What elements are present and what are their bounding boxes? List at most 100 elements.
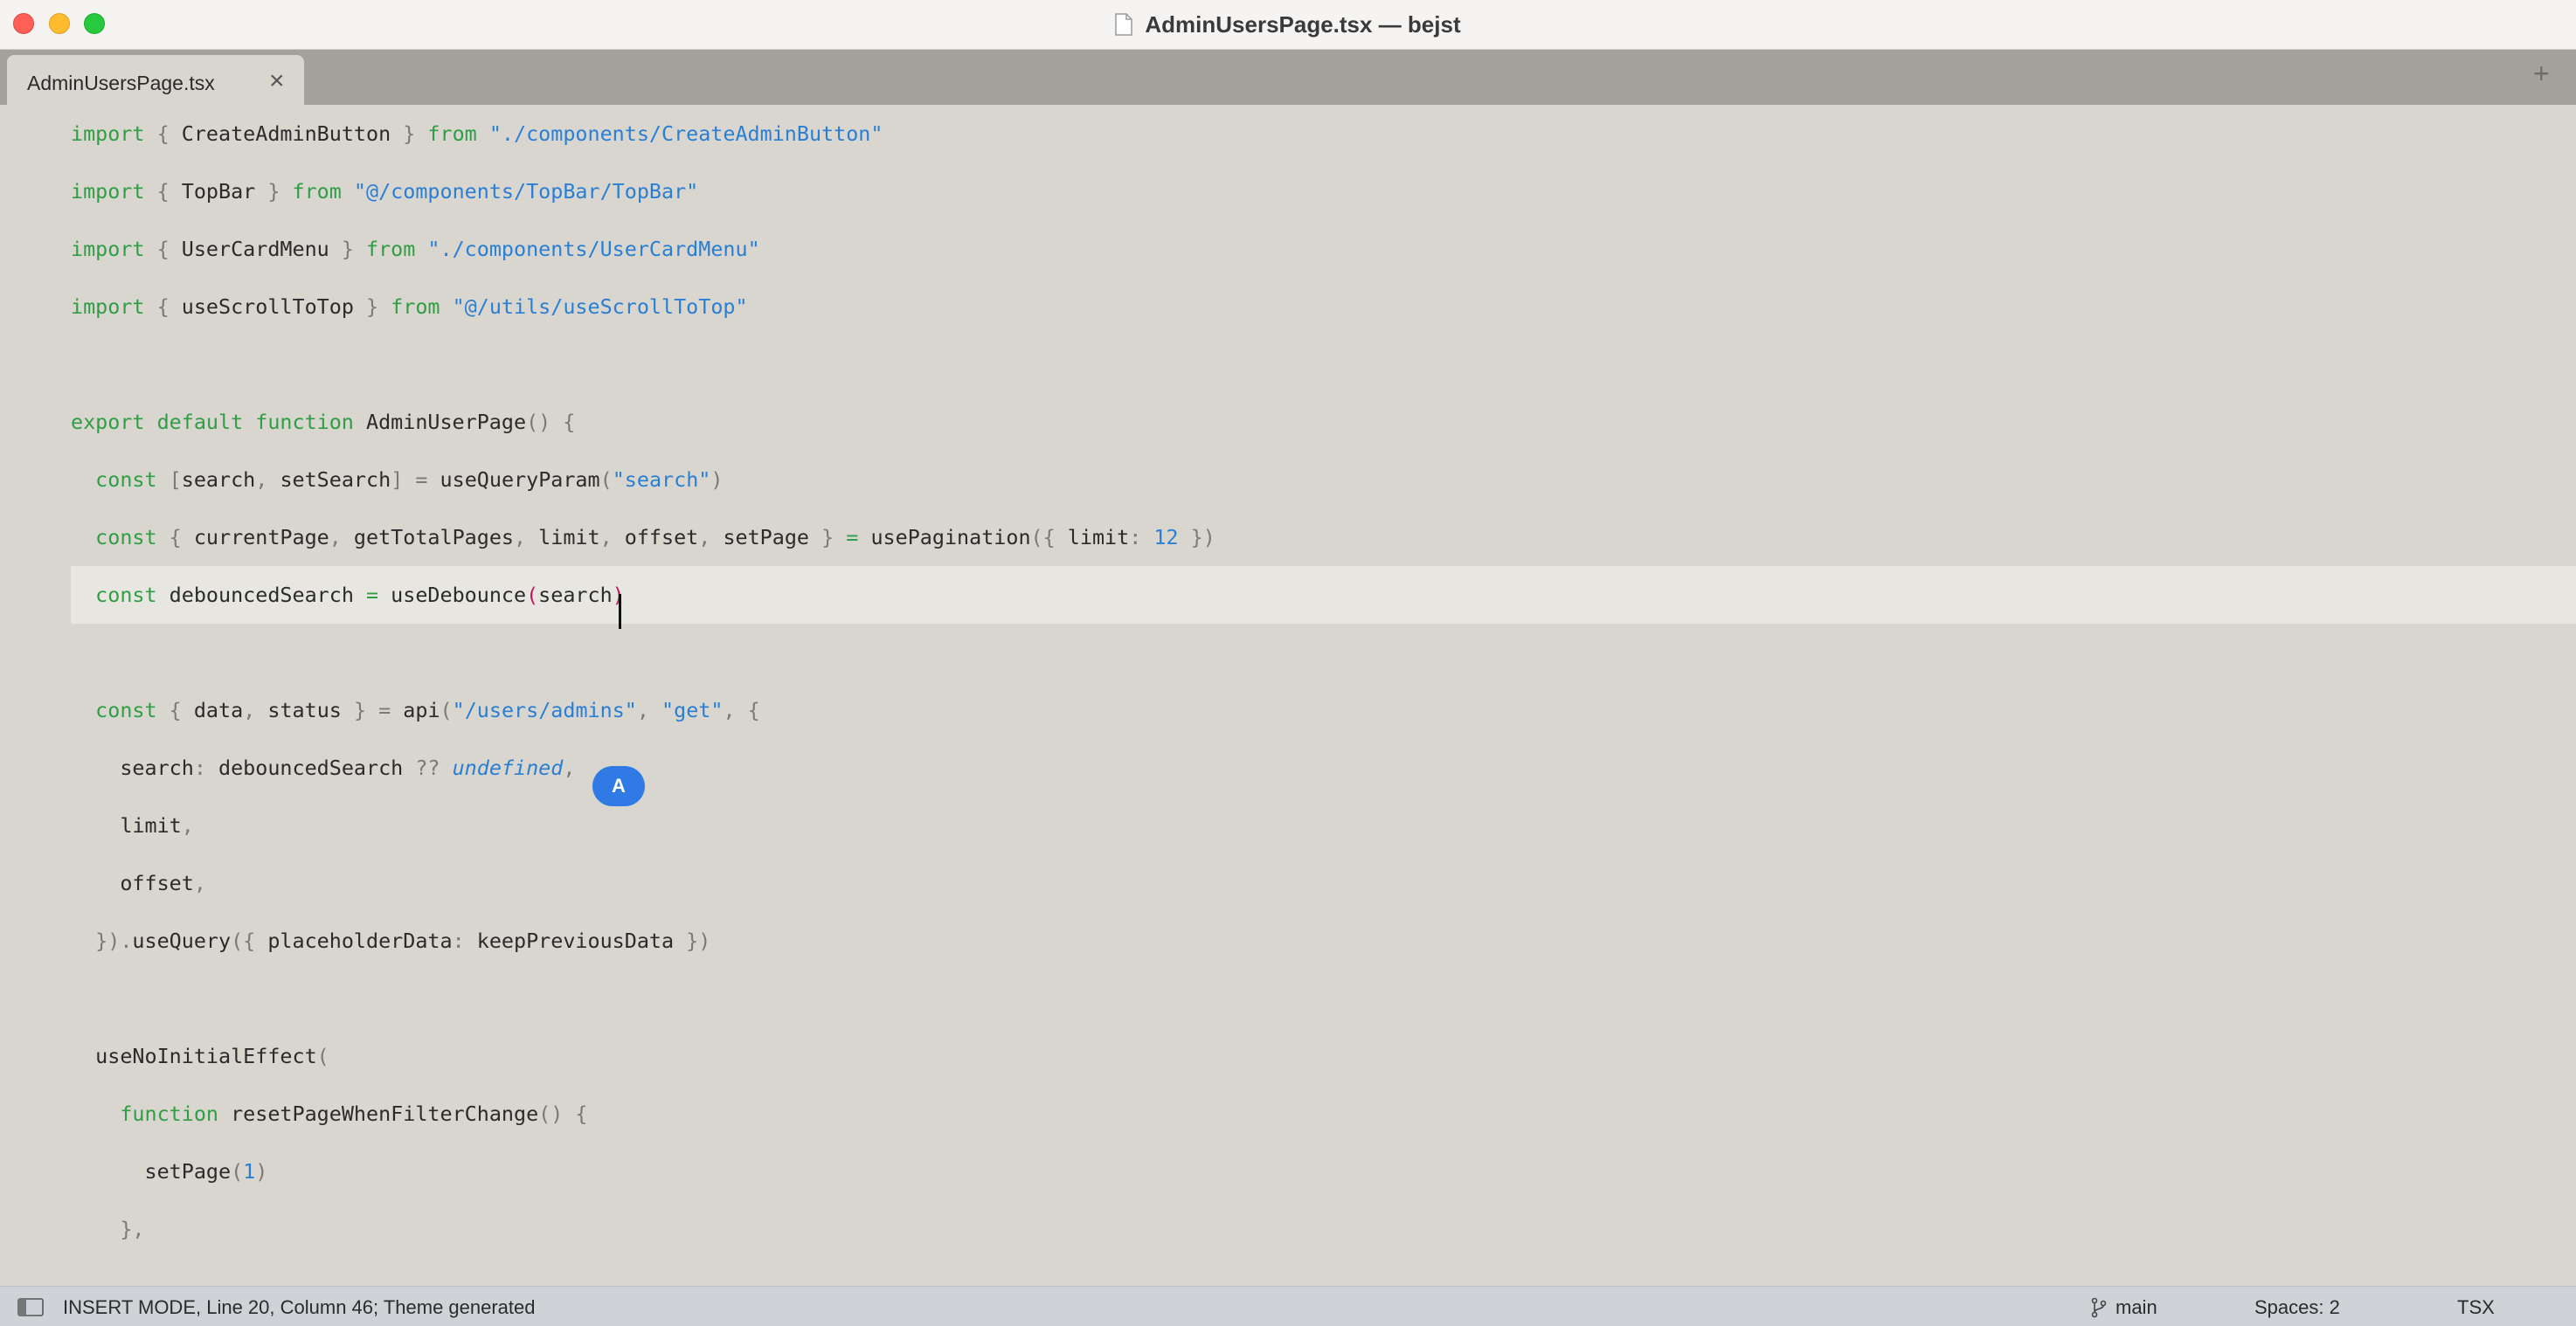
code-token-keyword: import xyxy=(71,294,157,319)
code-token-punctuation: : xyxy=(452,929,477,953)
code-token-keyword: = xyxy=(846,525,871,549)
code-token-punctuation: , xyxy=(514,525,539,549)
code-token-identifier: useQueryParam xyxy=(440,467,600,492)
code-token-string: "./components/CreateAdminButton" xyxy=(488,121,883,146)
code-line[interactable]: const debouncedSearch = useDebounce(sear… xyxy=(71,566,2576,624)
code-token-keyword: from xyxy=(427,121,489,146)
syntax-selector[interactable]: TSX xyxy=(2457,1296,2495,1319)
code-token-punctuation: ) xyxy=(710,467,724,492)
code-token-identifier: resetPageWhenFilterChange xyxy=(231,1102,539,1126)
tab-bar: AdminUsersPage.tsx × + xyxy=(0,50,2576,105)
code-token-identifier: setPage xyxy=(71,1159,232,1184)
code-token-identifier: debouncedSearch xyxy=(169,583,366,607)
code-token-identifier: useQuery xyxy=(132,929,232,953)
code-token-punctuation: , xyxy=(599,525,625,549)
code-line[interactable]: export default function AdminUserPage() … xyxy=(71,393,2576,451)
code-token-punctuation: () { xyxy=(538,1102,588,1126)
code-line[interactable] xyxy=(71,970,2576,1027)
code-token-punctuation: } xyxy=(341,237,366,261)
code-token-identifier: keepPreviousData xyxy=(476,929,687,953)
tab-adminuserspage[interactable]: AdminUsersPage.tsx × xyxy=(7,55,304,105)
text-cursor xyxy=(619,594,621,629)
code-line[interactable]: function resetPageWhenFilterChange() { xyxy=(71,1085,2576,1143)
code-line[interactable]: import { TopBar } from "@/components/Top… xyxy=(71,162,2576,220)
code-token-identifier: useScrollToTop xyxy=(181,294,366,319)
code-token-punctuation: , xyxy=(181,813,194,838)
code-token-identifier xyxy=(71,1102,120,1126)
code-token-punctuation: ( xyxy=(599,467,613,492)
code-token-keyword: const xyxy=(95,467,170,492)
code-line[interactable]: search: debouncedSearch ?? undefined, xyxy=(71,739,2576,797)
code-token-identifier: placeholderData xyxy=(267,929,453,953)
code-token-punctuation: } xyxy=(366,294,391,319)
code-token-punctuation: } xyxy=(821,525,847,549)
code-token-identifier: UserCardMenu xyxy=(181,237,342,261)
code-line[interactable]: offset, xyxy=(71,854,2576,912)
code-token-punctuation: () { xyxy=(526,410,576,434)
code-line[interactable] xyxy=(71,624,2576,681)
code-line[interactable]: }).useQuery({ placeholderData: keepPrevi… xyxy=(71,912,2576,970)
code-token-punctuation: : xyxy=(193,756,218,780)
code-token-punctuation: ?? xyxy=(415,756,453,780)
code-token-punctuation: ({ xyxy=(1030,525,1068,549)
code-token-keyword: = xyxy=(366,583,391,607)
code-token-identifier: limit xyxy=(1067,525,1130,549)
code-token-punctuation: , xyxy=(193,871,206,895)
code-token-punctuation: { xyxy=(156,179,182,204)
new-tab-icon[interactable]: + xyxy=(2533,58,2550,90)
code-token-identifier: getTotalPages xyxy=(353,525,514,549)
code-token-punctuation: ) xyxy=(255,1159,268,1184)
code-token-punctuation: ( xyxy=(440,698,453,722)
code-line[interactable]: const [search, setSearch] = useQueryPara… xyxy=(71,451,2576,508)
git-branch-label[interactable]: main xyxy=(2116,1296,2157,1319)
code-token-identifier: search xyxy=(71,756,194,780)
git-branch-icon xyxy=(2091,1297,2107,1318)
input-mode-badge: A xyxy=(592,766,645,806)
code-token-identifier xyxy=(71,698,95,722)
code-line[interactable]: }, xyxy=(71,1200,2576,1258)
code-token-punctuation: ( xyxy=(231,1159,244,1184)
code-line[interactable]: useNoInitialEffect( xyxy=(71,1027,2576,1085)
code-line[interactable]: import { CreateAdminButton } from "./com… xyxy=(71,105,2576,162)
code-line[interactable]: import { UserCardMenu } from "./componen… xyxy=(71,220,2576,278)
code-token-punctuation: ({ xyxy=(231,929,268,953)
code-editor[interactable]: import { CreateAdminButton } from "./com… xyxy=(0,105,2576,1286)
code-token-identifier: api xyxy=(403,698,440,722)
code-token-identifier xyxy=(71,525,95,549)
title-bar: AdminUsersPage.tsx — bejst xyxy=(0,0,2576,50)
code-token-string: "./components/UserCardMenu" xyxy=(427,237,760,261)
close-tab-icon[interactable]: × xyxy=(269,66,285,96)
code-token-keyword: from xyxy=(292,179,354,204)
code-token-string: "@/components/TopBar/TopBar" xyxy=(353,179,699,204)
code-token-literal: undefined xyxy=(452,756,564,780)
code-token-punctuation: , { xyxy=(723,698,760,722)
code-token-string: "search" xyxy=(612,467,711,492)
code-token-punctuation: , xyxy=(255,467,280,492)
code-line[interactable]: const { data, status } = api("/users/adm… xyxy=(71,681,2576,739)
sidebar-toggle-icon[interactable] xyxy=(17,1298,44,1316)
code-token-identifier: search xyxy=(538,583,613,607)
code-token-keyword: function xyxy=(120,1102,232,1126)
indentation-setting[interactable]: Spaces: 2 xyxy=(2254,1296,2340,1319)
code-line[interactable]: const { currentPage, getTotalPages, limi… xyxy=(71,508,2576,566)
code-token-string: "/users/admins" xyxy=(452,698,637,722)
code-token-identifier xyxy=(71,583,95,607)
code-token-punctuation: , xyxy=(636,698,662,722)
code-token-punctuation: { xyxy=(156,294,182,319)
code-token-punctuation: , xyxy=(329,525,354,549)
code-token-identifier: offset xyxy=(624,525,699,549)
code-line[interactable]: limit, xyxy=(71,797,2576,854)
code-line[interactable]: import { useScrollToTop } from "@/utils/… xyxy=(71,278,2576,335)
code-token-identifier: setSearch xyxy=(280,467,391,492)
code-token-punctuation: ] = xyxy=(391,467,440,492)
code-token-identifier: AdminUserPage xyxy=(365,410,527,434)
code-token-punctuation: , xyxy=(698,525,724,549)
tab-label: AdminUsersPage.tsx xyxy=(27,72,215,94)
code-line[interactable] xyxy=(71,335,2576,393)
code-token-number: 12 xyxy=(1153,525,1179,549)
code-token-keyword: from xyxy=(391,294,453,319)
code-token-punctuation: ( xyxy=(316,1044,329,1068)
code-line[interactable]: setPage(1) xyxy=(71,1143,2576,1200)
code-token-punctuation: , xyxy=(243,698,268,722)
code-token-identifier xyxy=(71,467,95,492)
